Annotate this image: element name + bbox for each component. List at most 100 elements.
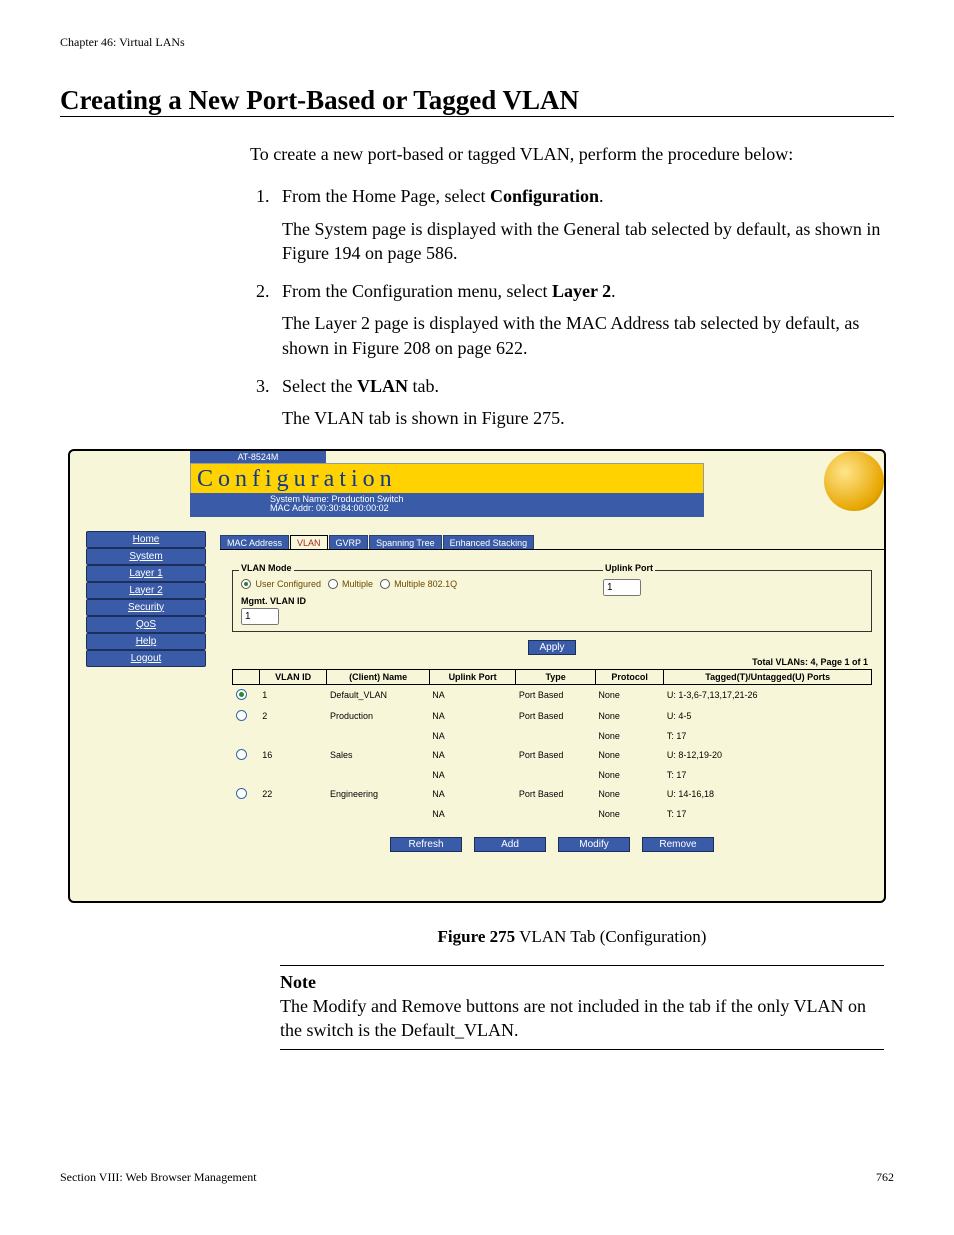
cell-name: Production [327,706,429,727]
sidebar-item-system[interactable]: System [86,548,206,565]
column-header [233,669,260,684]
cell-proto: None [595,805,664,823]
uplink-port-legend: Uplink Port [603,563,655,573]
refresh-button[interactable]: Refresh [390,837,462,852]
uplink-port-input[interactable] [603,579,641,596]
step-2-post: . [611,281,616,301]
step-3: Select the VLAN tab. The VLAN tab is sho… [274,374,884,431]
tab-vlan[interactable]: VLAN [290,535,328,550]
cell-type: Port Based [516,745,596,766]
vlan-mode-option[interactable]: Multiple [328,579,376,589]
chapter-header: Chapter 46: Virtual LANs [60,35,894,50]
cell-name [327,727,429,745]
step-2-body: The Layer 2 page is displayed with the M… [282,311,884,360]
column-header: Tagged(T)/Untagged(U) Ports [664,669,872,684]
cell-uplink: NA [429,784,516,805]
cell-uplink: NA [429,727,516,745]
mgmt-vlan-label: Mgmt. VLAN ID [241,596,306,606]
blue-strip [190,493,704,517]
cell-proto: None [595,727,664,745]
mgmt-vlan-row: Mgmt. VLAN ID [241,596,863,625]
tab-spanning-tree[interactable]: Spanning Tree [369,535,442,550]
cell-proto: None [595,745,664,766]
step-1-pre: From the Home Page, select [282,186,490,206]
table-row: NA NoneT: 17 [233,805,872,823]
cell-type [516,766,596,784]
cell-type [516,805,596,823]
vlan-tab-screenshot: AT-8524M Configuration System Name: Prod… [68,449,886,903]
cell-id [259,766,327,784]
tab-mac-address[interactable]: MAC Address [220,535,289,550]
row-select-radio[interactable] [236,689,247,700]
sidebar-item-help[interactable]: Help [86,633,206,650]
cell-uplink: NA [429,745,516,766]
step-3-pre: Select the [282,376,357,396]
vlan-mode-option[interactable]: Multiple 802.1Q [380,579,458,589]
cell-proto: None [595,784,664,805]
cell-uplink: NA [429,684,516,706]
sidebar-item-layer-1[interactable]: Layer 1 [86,565,206,582]
cell-uplink: NA [429,706,516,727]
cell-name: Engineering [327,784,429,805]
vlan-mode-box: VLAN Mode Uplink Port User Configured Mu… [232,570,872,632]
cell-type: Port Based [516,784,596,805]
cell-proto: None [595,706,664,727]
cell-ports: U: 4-5 [664,706,872,727]
cell-name [327,766,429,784]
sidebar-item-security[interactable]: Security [86,599,206,616]
radio-icon[interactable] [380,579,390,589]
tab-gvrp[interactable]: GVRP [329,535,369,550]
tab-enhanced-stacking[interactable]: Enhanced Stacking [443,535,535,550]
figure-number: Figure 275 [438,927,516,946]
cell-ports: U: 1-3,6-7,13,17,21-26 [664,684,872,706]
cell-uplink: NA [429,805,516,823]
note-text: The Modify and Remove buttons are not in… [280,994,884,1043]
total-vlans-label: Total VLANs: 4, Page 1 of 1 [236,657,868,667]
sidebar-item-home[interactable]: Home [86,531,206,548]
vlan-table: VLAN ID(Client) NameUplink PortTypeProto… [232,669,872,823]
column-header: (Client) Name [327,669,429,684]
sidebar-item-layer-2[interactable]: Layer 2 [86,582,206,599]
uplink-port-field[interactable] [603,579,641,596]
cell-id: 1 [259,684,327,706]
row-select-radio[interactable] [236,788,247,799]
step-2-pre: From the Configuration menu, select [282,281,552,301]
apply-button[interactable]: Apply [528,640,575,655]
cell-id [259,805,327,823]
step-1-post: . [599,186,604,206]
sidebar-item-logout[interactable]: Logout [86,650,206,667]
step-2: From the Configuration menu, select Laye… [274,279,884,360]
cell-ports: T: 17 [664,805,872,823]
cell-id: 22 [259,784,327,805]
vlan-mode-radios[interactable]: User Configured Multiple Multiple 802.1Q [241,579,461,590]
cell-id: 2 [259,706,327,727]
radio-icon[interactable] [328,579,338,589]
row-select-radio[interactable] [236,710,247,721]
cell-uplink: NA [429,766,516,784]
figure-text: VLAN Tab (Configuration) [515,927,706,946]
modify-button[interactable]: Modify [558,837,630,852]
step-2-bold: Layer 2 [552,281,611,301]
step-3-post: tab. [408,376,439,396]
column-header: Uplink Port [429,669,516,684]
figure-caption: Figure 275 VLAN Tab (Configuration) [250,927,894,947]
column-header: Protocol [595,669,664,684]
mgmt-vlan-field[interactable] [241,608,279,625]
cell-name [327,805,429,823]
note-label: Note [280,970,884,994]
cell-ports: U: 8-12,19-20 [664,745,872,766]
sidebar-item-qos[interactable]: QoS [86,616,206,633]
cell-ports: T: 17 [664,727,872,745]
row-select-radio[interactable] [236,749,247,760]
page-title: Creating a New Port-Based or Tagged VLAN [60,85,894,117]
radio-icon[interactable] [241,579,251,589]
table-row: 16SalesNAPort BasedNoneU: 8-12,19-20 [233,745,872,766]
model-label: AT-8524M [190,451,326,463]
cell-id [259,727,327,745]
cell-ports: T: 17 [664,766,872,784]
vlan-mode-option[interactable]: User Configured [241,579,324,589]
remove-button[interactable]: Remove [642,837,714,852]
add-button[interactable]: Add [474,837,546,852]
vlan-table-header: VLAN ID(Client) NameUplink PortTypeProto… [233,669,872,684]
step-3-body: The VLAN tab is shown in Figure 275. [282,406,884,430]
